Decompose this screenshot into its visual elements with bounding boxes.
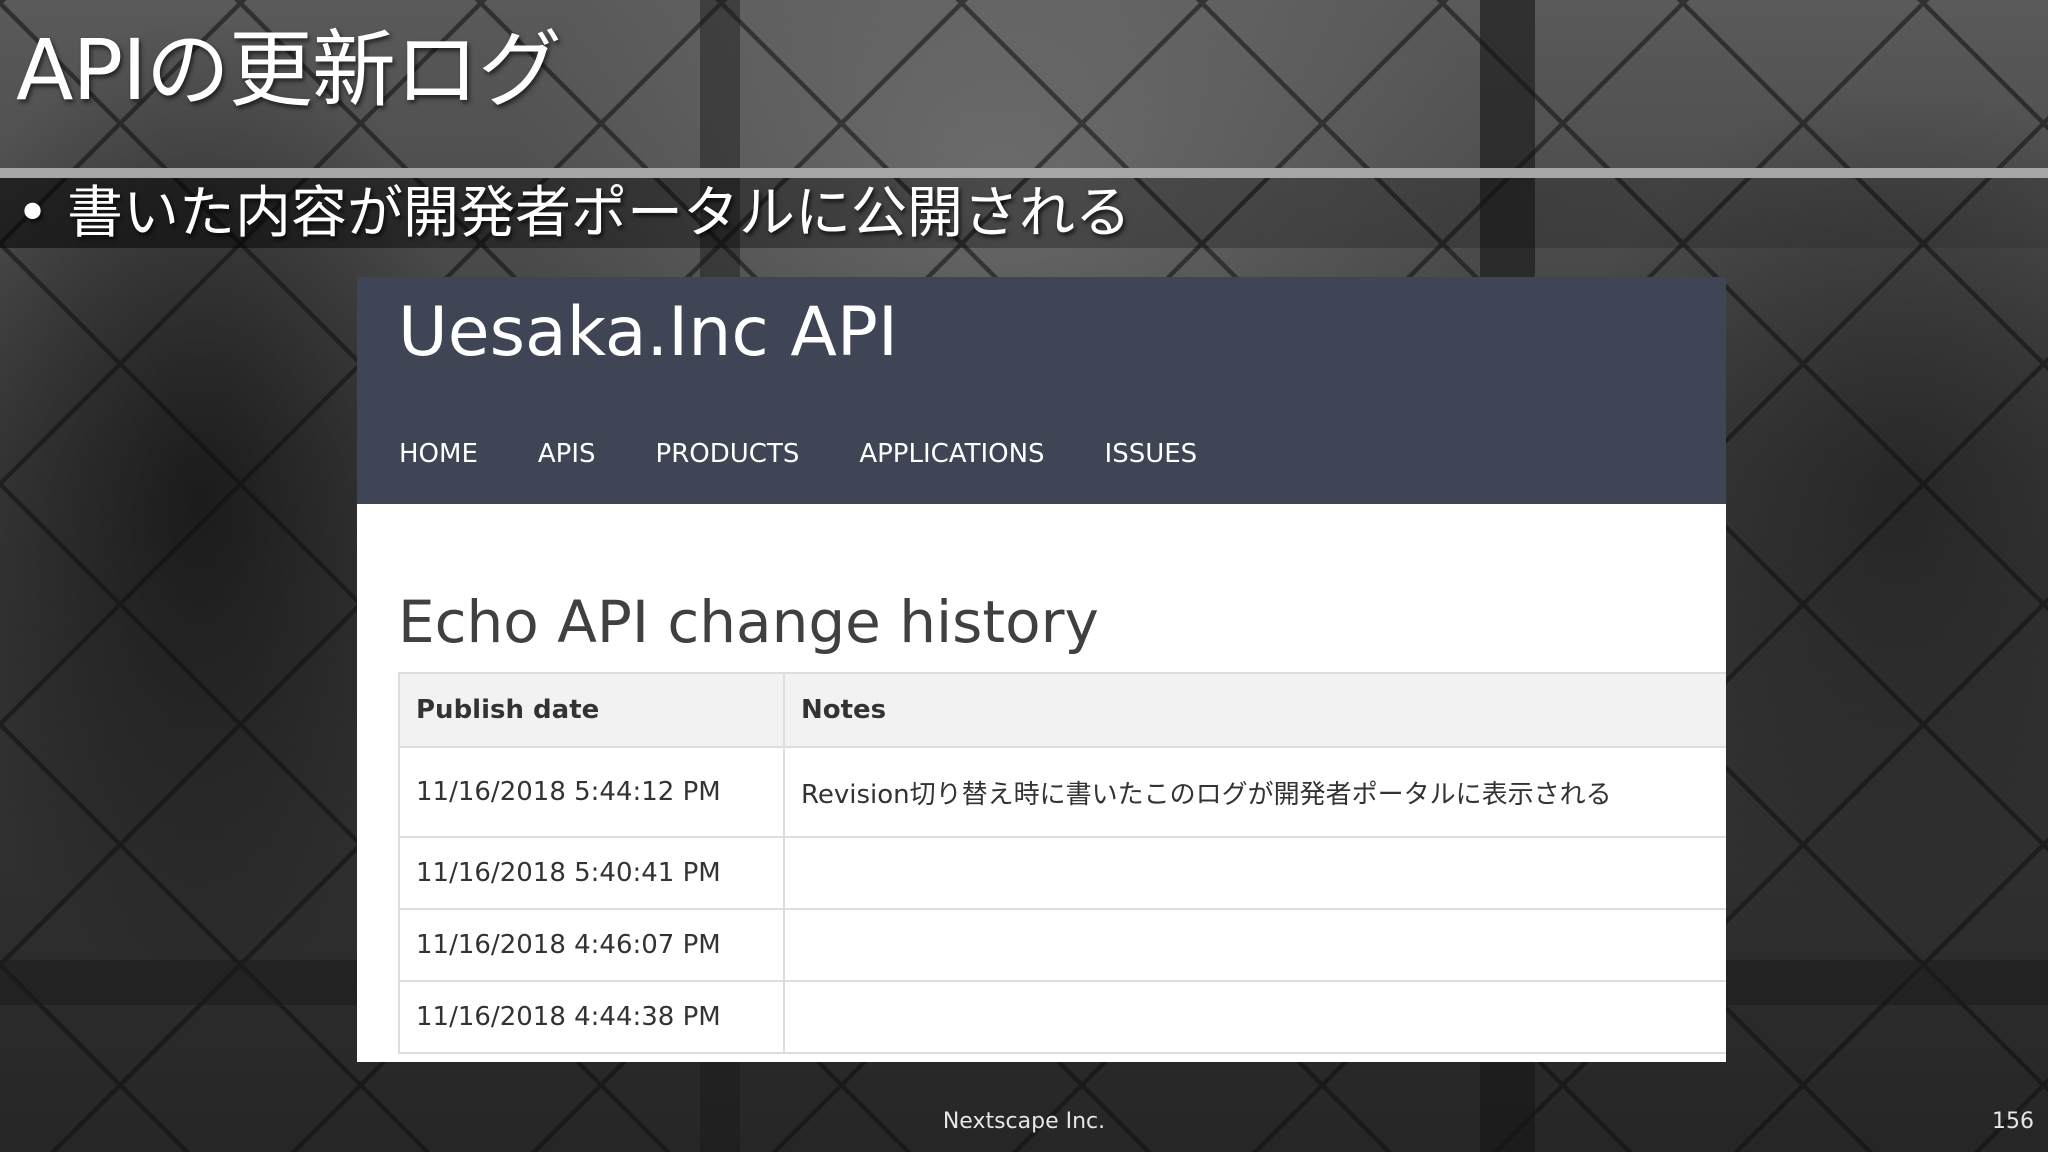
bullet-text: 書いた内容が開発者ポータルに公開される	[67, 181, 1132, 246]
footer-company: Nextscape Inc.	[942, 1109, 1106, 1134]
publish-date-cell: 11/16/2018 4:44:38 PM	[398, 980, 785, 1054]
publish-date-cell: 11/16/2018 4:46:07 PM	[398, 908, 785, 982]
notes-cell	[783, 980, 1726, 1054]
developer-portal-screenshot: Uesaka.Inc API HOME APIS PRODUCTS APPLIC…	[357, 277, 1726, 1062]
bullet-marker: •	[16, 181, 50, 246]
bullet-point: • 書いた内容が開発者ポータルに公開される	[16, 176, 1131, 252]
nav-item-products[interactable]: PRODUCTS	[656, 437, 800, 471]
slide-title: APIの更新ログ	[16, 21, 562, 119]
change-history-table: Publish date Notes 11/16/2018 5:44:12 PM…	[398, 672, 1726, 1054]
slide-page-number: 156	[1992, 1109, 2034, 1134]
nav-item-apis[interactable]: APIS	[538, 437, 596, 471]
portal-brand[interactable]: Uesaka.Inc API	[398, 285, 898, 381]
page-heading: Echo API change history	[398, 588, 1099, 656]
nav-item-applications[interactable]: APPLICATIONS	[859, 437, 1044, 471]
notes-cell	[783, 908, 1726, 982]
slide-footer: Nextscape Inc. 156	[0, 1097, 2048, 1152]
column-header-publish-date: Publish date	[398, 672, 785, 748]
nav-item-home[interactable]: HOME	[399, 437, 478, 471]
table-row: 11/16/2018 5:44:12 PM Revision切り替え時に書いたこ…	[398, 746, 1726, 838]
notes-cell: Revision切り替え時に書いたこのログが開発者ポータルに表示される	[783, 746, 1726, 838]
table-header-row: Publish date Notes	[398, 672, 1726, 748]
table-row: 11/16/2018 4:44:38 PM	[398, 980, 1726, 1054]
table-row: 11/16/2018 5:40:41 PM	[398, 836, 1726, 910]
publish-date-cell: 11/16/2018 5:40:41 PM	[398, 836, 785, 910]
table-row: 11/16/2018 4:46:07 PM	[398, 908, 1726, 982]
portal-header: Uesaka.Inc API HOME APIS PRODUCTS APPLIC…	[357, 277, 1726, 504]
portal-nav: HOME APIS PRODUCTS APPLICATIONS ISSUES	[399, 437, 1197, 471]
column-header-notes: Notes	[783, 672, 1726, 748]
nav-item-issues[interactable]: ISSUES	[1105, 437, 1198, 471]
notes-cell	[783, 836, 1726, 910]
publish-date-cell: 11/16/2018 5:44:12 PM	[398, 746, 785, 838]
